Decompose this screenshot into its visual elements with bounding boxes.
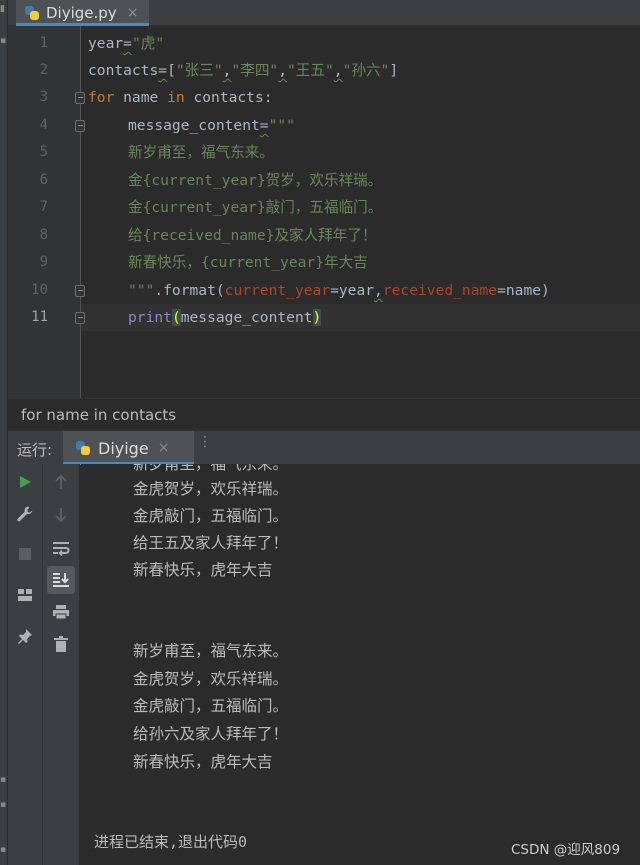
- run-console-output[interactable]: 新岁甫至，福气东来。 金虎贺岁，欢乐祥瑞。 金虎敲门，五福临门。 给王五及家人拜…: [81, 464, 640, 865]
- layout-icon[interactable]: [13, 583, 37, 607]
- run-label: 运行:: [17, 441, 53, 459]
- console-line: 给王五及家人拜年了！: [133, 534, 289, 552]
- fold-marker-icon[interactable]: [75, 312, 85, 324]
- breadcrumb-text[interactable]: for name in contacts: [21, 406, 176, 424]
- left-strip-marker: ▪: [0, 800, 7, 810]
- console-line: 新春快乐，虎年大吉: [133, 561, 273, 579]
- console-line: 金虎贺岁，欢乐祥瑞。: [133, 670, 289, 688]
- close-run-tab-icon[interactable]: ×: [158, 440, 170, 456]
- line-number: 6: [39, 172, 48, 188]
- editor-tab-bar: Diyige.py ×: [8, 0, 640, 26]
- stop-icon[interactable]: [13, 542, 37, 566]
- code-editor[interactable]: 1 2 3 4 5 6 7 8 9 10 11 year="虎" contact…: [8, 26, 640, 398]
- code-line-8: 给{received_name}及家人拜年了！: [128, 227, 377, 244]
- tab-filename: Diyige.py: [46, 4, 117, 22]
- run-tab-name: Diyige: [98, 438, 149, 458]
- console-line: 给孙六及家人拜年了！: [133, 725, 289, 743]
- up-arrow-icon[interactable]: [49, 470, 73, 494]
- line-number: 4: [39, 117, 48, 133]
- left-strip-marker: ▪: [0, 845, 7, 855]
- console-line: 新岁甫至，福气东来。: [133, 464, 289, 473]
- run-toolbar-primary: [8, 464, 43, 865]
- console-line: 新春快乐，虎年大吉: [133, 753, 273, 771]
- line-number: 10: [31, 282, 48, 298]
- more-options-icon[interactable]: ⋮: [198, 434, 212, 450]
- left-strip-marker: ▮: [0, 4, 5, 14]
- console-line: 金虎敲门，五福临门。: [133, 507, 289, 525]
- code-line-9: 新春快乐，{current_year}年大吉: [128, 254, 368, 271]
- left-strip-marker: ▪: [0, 36, 7, 46]
- fold-marker-icon[interactable]: [75, 92, 85, 104]
- breadcrumb[interactable]: for name in contacts: [8, 398, 640, 430]
- line-number: 2: [39, 62, 48, 78]
- settings-wrench-icon[interactable]: [13, 502, 37, 526]
- code-line-5: 新岁甫至，福气东来。: [128, 144, 274, 161]
- code-line-2: contacts=["张三","李四","王五","孙六"]: [88, 62, 399, 79]
- console-line: 新岁甫至，福气东来。: [133, 642, 289, 660]
- rerun-icon[interactable]: [13, 470, 37, 494]
- run-toolbar-secondary: [43, 464, 80, 865]
- line-number: 7: [39, 199, 48, 215]
- code-line-6: 金{current_year}贺岁，欢乐祥瑞。: [128, 172, 383, 189]
- line-number: 8: [39, 227, 48, 243]
- console-line: 金虎敲门，五福临门。: [133, 697, 289, 715]
- left-tool-strip: ▮ ▪ ▪ ▪ ▪: [0, 0, 8, 865]
- left-strip-marker: ▪: [0, 775, 7, 785]
- trash-icon[interactable]: [49, 632, 73, 656]
- tab-diyige-py[interactable]: Diyige.py ×: [16, 0, 149, 26]
- code-line-7: 金{current_year}敲门，五福临门。: [128, 199, 383, 216]
- gutter-divider: [80, 26, 81, 398]
- python-file-icon: [24, 5, 40, 21]
- watermark: CSDN @迎风809: [511, 842, 621, 858]
- fold-marker-icon[interactable]: [75, 285, 85, 297]
- scroll-to-end-icon[interactable]: [47, 566, 75, 594]
- python-run-icon: [75, 440, 91, 456]
- code-line-11: print(message_content): [128, 309, 322, 326]
- pin-icon[interactable]: [13, 624, 37, 648]
- line-number: 3: [39, 89, 48, 105]
- run-tab-diyige[interactable]: Diyige ×: [63, 431, 194, 465]
- console-line: 金虎贺岁，欢乐祥瑞。: [133, 480, 289, 498]
- close-tab-icon[interactable]: ×: [127, 5, 139, 21]
- soft-wrap-icon[interactable]: [49, 536, 73, 560]
- code-line-10: """.format(current_year=year,received_na…: [128, 282, 550, 299]
- fold-marker-icon[interactable]: [75, 120, 85, 132]
- code-line-1: year="虎": [88, 35, 165, 52]
- line-number: 5: [39, 144, 48, 160]
- line-number: 9: [39, 254, 48, 270]
- down-arrow-icon[interactable]: [49, 503, 73, 527]
- code-line-3: for name in contacts:: [88, 89, 273, 106]
- process-exit-message: 进程已结束,退出代码0: [94, 833, 248, 851]
- print-icon[interactable]: [49, 600, 73, 624]
- line-number: 1: [39, 35, 48, 51]
- code-line-4: message_content=""": [128, 117, 295, 134]
- run-tool-window-header: 运行: Diyige × ⋮: [8, 430, 640, 465]
- line-number-current: 11: [31, 309, 48, 325]
